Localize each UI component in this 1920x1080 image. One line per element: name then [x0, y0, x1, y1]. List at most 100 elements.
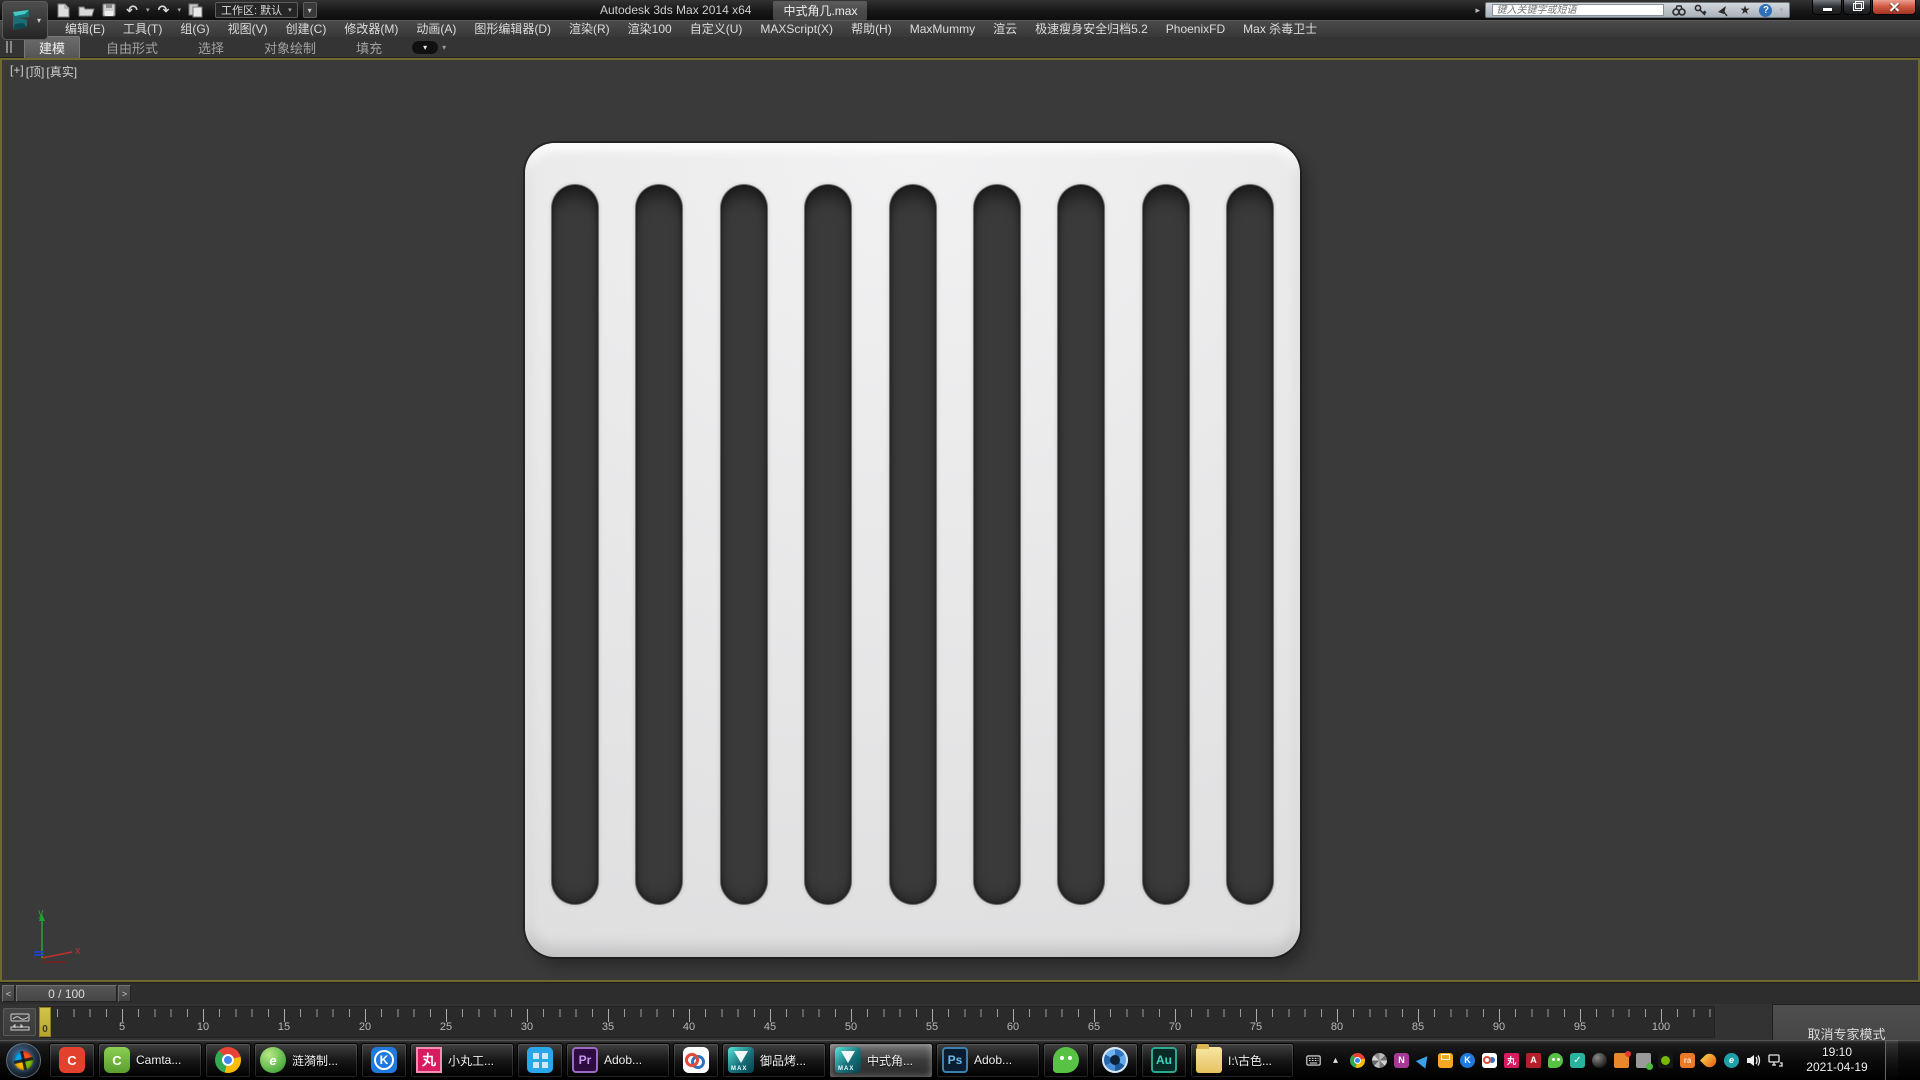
- search-binoculars-icon[interactable]: [1671, 3, 1686, 17]
- taskbar-button[interactable]: 丸小丸工...: [410, 1043, 514, 1078]
- menu-item[interactable]: MaxMummy: [901, 21, 984, 37]
- ribbon-minimize-caret-icon[interactable]: ▾: [442, 43, 446, 52]
- minimize-button[interactable]: [1812, 0, 1842, 15]
- menu-item[interactable]: 渲染100: [619, 21, 681, 37]
- taskbar-button[interactable]: K: [361, 1043, 407, 1078]
- save-file-icon[interactable]: [100, 2, 118, 18]
- communication-satellite-icon[interactable]: [1715, 3, 1730, 17]
- pc-manager-check-icon[interactable]: [1570, 1053, 1585, 1068]
- workspace-caret-icon: ▾: [288, 6, 292, 14]
- key-icon[interactable]: [1693, 3, 1708, 17]
- volume-icon[interactable]: [1746, 1053, 1761, 1068]
- ra-box-icon[interactable]: ra: [1680, 1053, 1695, 1068]
- 3dsmax-window: ▾ ↶ ▾ ↷ ▾ 工作区: 默认 ▾ ▾: [0, 0, 1920, 1080]
- viewport-label-segment[interactable]: [顶]: [26, 63, 45, 80]
- teal-e-icon[interactable]: e: [1724, 1053, 1739, 1068]
- dark-sphere-icon[interactable]: [1592, 1053, 1607, 1068]
- taskbar-button[interactable]: [1092, 1043, 1138, 1078]
- chrome-tray-icon[interactable]: [1350, 1053, 1365, 1068]
- pinwheel-icon[interactable]: [1372, 1053, 1387, 1068]
- ribbon-tab[interactable]: 自由形式: [92, 37, 172, 58]
- flame-icon[interactable]: [1700, 1050, 1719, 1069]
- taskbar-button-label: 涟漪制...: [292, 1052, 338, 1069]
- scene-object-grille[interactable]: [525, 143, 1300, 957]
- ribbon-tab[interactable]: 对象绘制: [250, 37, 330, 58]
- taskbar-button[interactable]: I:\古色...: [1190, 1043, 1294, 1078]
- taskbar-button[interactable]: C: [49, 1043, 95, 1078]
- workspace-selector[interactable]: 工作区: 默认 ▾: [215, 2, 298, 18]
- taskbar-button[interactable]: e涟漪制...: [254, 1043, 358, 1078]
- time-slider-handle[interactable]: 0: [39, 1007, 51, 1037]
- help-icon[interactable]: ?: [1759, 4, 1772, 17]
- menu-item[interactable]: PhoenixFD: [1157, 21, 1234, 37]
- taskbar-button[interactable]: Au: [1141, 1043, 1187, 1078]
- taskbar-button[interactable]: CCamta...: [98, 1043, 202, 1078]
- start-button[interactable]: [6, 1043, 41, 1078]
- undo-icon[interactable]: ↶: [123, 2, 141, 18]
- show-hidden-caret-icon[interactable]: ▴: [1328, 1053, 1343, 1068]
- favorites-star-icon[interactable]: ★: [1737, 3, 1752, 17]
- taskbar-button[interactable]: PsAdob...: [936, 1043, 1040, 1078]
- orange-window-icon[interactable]: [1614, 1053, 1629, 1068]
- menu-item[interactable]: 图形编辑器(D): [465, 21, 560, 37]
- viewport[interactable]: [+][顶][真实] y x: [0, 58, 1920, 982]
- timeline-ruler[interactable]: 0 51015202530354045505560657075808590951…: [40, 1006, 1715, 1038]
- close-button[interactable]: [1872, 0, 1916, 15]
- usb-eject-icon[interactable]: [1636, 1053, 1651, 1068]
- redo-history-caret-icon[interactable]: ▾: [178, 6, 182, 14]
- menu-item[interactable]: Max 杀毒卫士: [1234, 21, 1326, 37]
- menu-item[interactable]: MAXScript(X): [751, 21, 842, 37]
- viewport-label-segment[interactable]: [真实]: [46, 63, 77, 80]
- previous-frame-button[interactable]: <: [2, 985, 15, 1002]
- wechat-tray-icon[interactable]: [1548, 1053, 1563, 1068]
- clock-date: 2021-04-19: [1797, 1060, 1877, 1075]
- n-clip-icon[interactable]: N: [1394, 1053, 1409, 1068]
- redo-icon[interactable]: ↷: [155, 2, 173, 18]
- infocenter-toggle-icon[interactable]: ▸: [1475, 2, 1485, 18]
- application-menu-button[interactable]: ▾: [2, 1, 48, 40]
- taskbar-button[interactable]: PrAdob...: [566, 1043, 670, 1078]
- audition-icon: Au: [1151, 1047, 1177, 1073]
- search-input[interactable]: [1492, 4, 1664, 16]
- qat-flyout-button[interactable]: ▾: [303, 2, 317, 18]
- show-desktop-button[interactable]: [1885, 1040, 1898, 1080]
- menu-item[interactable]: 渲染(R): [560, 21, 619, 37]
- ribbon-tab[interactable]: 填充: [342, 37, 396, 58]
- ribbon-drag-handle[interactable]: [4, 41, 14, 53]
- taskbar-button[interactable]: [673, 1043, 719, 1078]
- taskbar-button[interactable]: [1043, 1043, 1089, 1078]
- menu-item[interactable]: 帮助(H): [842, 21, 901, 37]
- keyshot-tray-icon[interactable]: K: [1460, 1053, 1475, 1068]
- taskbar-button[interactable]: [517, 1043, 563, 1078]
- new-file-icon[interactable]: [54, 2, 72, 18]
- ime-keyboard-icon[interactable]: [1306, 1053, 1321, 1068]
- open-file-icon[interactable]: [77, 2, 95, 18]
- viewport-label-segment[interactable]: [+]: [10, 63, 24, 80]
- frame-display[interactable]: 0 / 100: [16, 985, 117, 1002]
- taskbar-button[interactable]: [205, 1043, 251, 1078]
- ribbon-minimize-button[interactable]: ▾: [412, 41, 438, 54]
- taskbar-clock[interactable]: 19:10 2021-04-19: [1797, 1045, 1877, 1075]
- taskbar-button[interactable]: 中式角...: [829, 1043, 933, 1078]
- ribbon-tab[interactable]: 选择: [184, 37, 238, 58]
- undo-history-caret-icon[interactable]: ▾: [146, 6, 150, 14]
- menu-item[interactable]: 极速瘦身安全归档5.2: [1026, 21, 1157, 37]
- project-paste-icon[interactable]: [186, 2, 204, 18]
- menu-item[interactable]: 动画(A): [407, 21, 465, 37]
- ruler-tick-label: 35: [602, 1021, 614, 1033]
- tim-plane-icon[interactable]: [1416, 1053, 1431, 1068]
- usb-orange-icon[interactable]: [1438, 1053, 1453, 1068]
- network-icon[interactable]: [1768, 1053, 1783, 1068]
- restore-button[interactable]: [1843, 0, 1871, 15]
- menu-item[interactable]: 自定义(U): [681, 21, 752, 37]
- acrobat-icon[interactable]: A: [1526, 1053, 1541, 1068]
- next-frame-button[interactable]: >: [118, 985, 131, 1002]
- taskbar-button[interactable]: 御品烤...: [722, 1043, 826, 1078]
- menu-item[interactable]: 渲云: [984, 21, 1026, 37]
- nvidia-icon[interactable]: [1658, 1053, 1673, 1068]
- rings-tray-icon[interactable]: [1482, 1053, 1497, 1068]
- taskbar-button-label: I:\古色...: [1228, 1052, 1272, 1069]
- help-caret-icon[interactable]: ▾: [1779, 6, 1783, 14]
- mini-curve-editor-button[interactable]: [3, 1008, 36, 1036]
- xiaowan-tray-icon[interactable]: 丸: [1504, 1053, 1519, 1068]
